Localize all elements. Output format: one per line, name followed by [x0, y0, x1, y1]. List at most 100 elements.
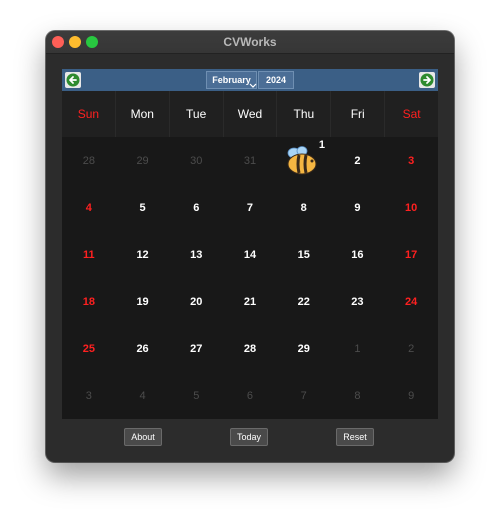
about-button[interactable]: About	[124, 428, 162, 446]
day-number: 24	[405, 295, 418, 308]
day-cell[interactable]: 27	[169, 325, 223, 372]
day-cell[interactable]: 20	[169, 278, 223, 325]
day-cell-other-month[interactable]: 31	[223, 137, 277, 184]
year-label: 2024	[265, 75, 287, 85]
day-cell[interactable]: 21	[223, 278, 277, 325]
day-cell[interactable]: 3	[384, 137, 438, 184]
month-selector[interactable]: February	[206, 71, 257, 89]
day-cell[interactable]: 16	[331, 231, 385, 278]
day-cell[interactable]: 15	[277, 231, 331, 278]
day-cell[interactable]: 4	[62, 184, 116, 231]
day-number: 20	[190, 295, 203, 308]
day-cell-today[interactable]: 11	[277, 137, 331, 184]
day-number: 17	[405, 248, 418, 261]
day-number: 5	[193, 389, 200, 402]
day-cell[interactable]: 13	[169, 231, 223, 278]
day-number: 19	[136, 295, 149, 308]
reset-button[interactable]: Reset	[336, 428, 374, 446]
day-number: 7	[246, 201, 254, 214]
day-number: 3	[408, 154, 415, 167]
day-cell-other-month[interactable]: 9	[384, 372, 438, 419]
day-number: 26	[136, 342, 149, 355]
day-cell[interactable]: 17	[384, 231, 438, 278]
day-number: 28	[82, 154, 95, 167]
day-number: 2	[354, 154, 361, 167]
day-cell[interactable]: 14	[223, 231, 277, 278]
day-cell-other-month[interactable]: 8	[331, 372, 385, 419]
day-cell[interactable]: 18	[62, 278, 116, 325]
day-number: 1	[354, 342, 361, 355]
day-cell[interactable]: 19	[116, 278, 170, 325]
day-cell[interactable]: 23	[331, 278, 385, 325]
day-cell-other-month[interactable]: 1	[331, 325, 385, 372]
day-cell[interactable]: 24	[384, 278, 438, 325]
weekday-header-thu: Thu	[277, 91, 332, 137]
day-number: 9	[408, 389, 415, 402]
weekday-header-fri: Fri	[331, 91, 386, 137]
day-cell-other-month[interactable]: 3	[62, 372, 116, 419]
day-cell-other-month[interactable]: 29	[116, 137, 170, 184]
day-cell[interactable]: 10	[384, 184, 438, 231]
day-number: 27	[190, 342, 203, 355]
day-number: 11	[83, 248, 95, 261]
day-cell[interactable]: 7	[223, 184, 277, 231]
day-cell-other-month[interactable]: 6	[223, 372, 277, 419]
chevron-down-icon	[249, 83, 257, 88]
day-number: 12	[136, 248, 149, 261]
day-number: 22	[297, 295, 310, 308]
month-label: February	[212, 75, 251, 85]
day-cell[interactable]: 29	[277, 325, 331, 372]
day-cell[interactable]: 8	[277, 184, 331, 231]
day-number: 29	[136, 154, 149, 167]
day-number: 29	[297, 342, 310, 355]
bee-icon	[287, 146, 317, 175]
next-month-button[interactable]	[419, 72, 435, 88]
day-cell[interactable]: 9	[331, 184, 385, 231]
day-number: 23	[351, 295, 364, 308]
weekday-header-sun: Sun	[62, 91, 116, 137]
calendar: February 2024 Sun Mon Tue Wed Thu Fri Sat 28 29…	[62, 69, 438, 419]
day-number: 8	[300, 201, 307, 214]
weekday-header-tue: Tue	[170, 91, 224, 137]
day-cell[interactable]: 6	[169, 184, 223, 231]
day-cell[interactable]: 12	[116, 231, 170, 278]
arrow-left-icon	[66, 73, 80, 87]
day-cell-other-month[interactable]: 28	[62, 137, 116, 184]
day-number: 4	[85, 201, 92, 214]
weekday-header-sat: Sat	[402, 107, 421, 121]
day-cell[interactable]: 25	[62, 325, 116, 372]
day-cell-other-month[interactable]: 30	[169, 137, 223, 184]
day-number: 9	[354, 201, 361, 214]
day-cell[interactable]: 26	[116, 325, 170, 372]
day-cell-other-month[interactable]: 5	[169, 372, 223, 419]
title-bar[interactable]: CVWorks	[46, 31, 454, 54]
day-number: 25	[82, 342, 95, 355]
day-cell[interactable]: 5	[116, 184, 170, 231]
weekday-header-mon: Mon	[116, 91, 170, 137]
day-number: 6	[246, 389, 254, 402]
day-cell-other-month[interactable]: 4	[116, 372, 170, 419]
window-title: CVWorks	[223, 35, 277, 49]
day-cell[interactable]: 11	[62, 231, 116, 278]
day-number: 30	[190, 154, 203, 167]
day-cell-other-month[interactable]: 2	[384, 325, 438, 372]
day-cell-other-month[interactable]: 7	[277, 372, 331, 419]
day-number: 5	[139, 201, 146, 214]
event-count-badge: 1	[318, 139, 325, 151]
day-number: 4	[139, 389, 146, 402]
day-cell[interactable]: 22	[277, 278, 331, 325]
arrow-right-icon	[420, 73, 434, 87]
day-number: 21	[243, 295, 257, 308]
weekday-header-wed: Wed	[224, 91, 278, 137]
today-button[interactable]: Today	[230, 428, 268, 446]
day-number: 2	[408, 342, 415, 355]
day-number: 28	[243, 342, 257, 355]
day-grid: 2829303111234567891011121314151617181920…	[62, 137, 438, 419]
day-number: 13	[190, 248, 203, 261]
previous-month-button[interactable]	[65, 72, 81, 88]
day-number: 6	[193, 201, 200, 214]
day-cell[interactable]: 2	[331, 137, 385, 184]
year-selector[interactable]: 2024	[258, 71, 294, 89]
day-cell[interactable]: 28	[223, 325, 277, 372]
day-number: 31	[243, 154, 257, 167]
